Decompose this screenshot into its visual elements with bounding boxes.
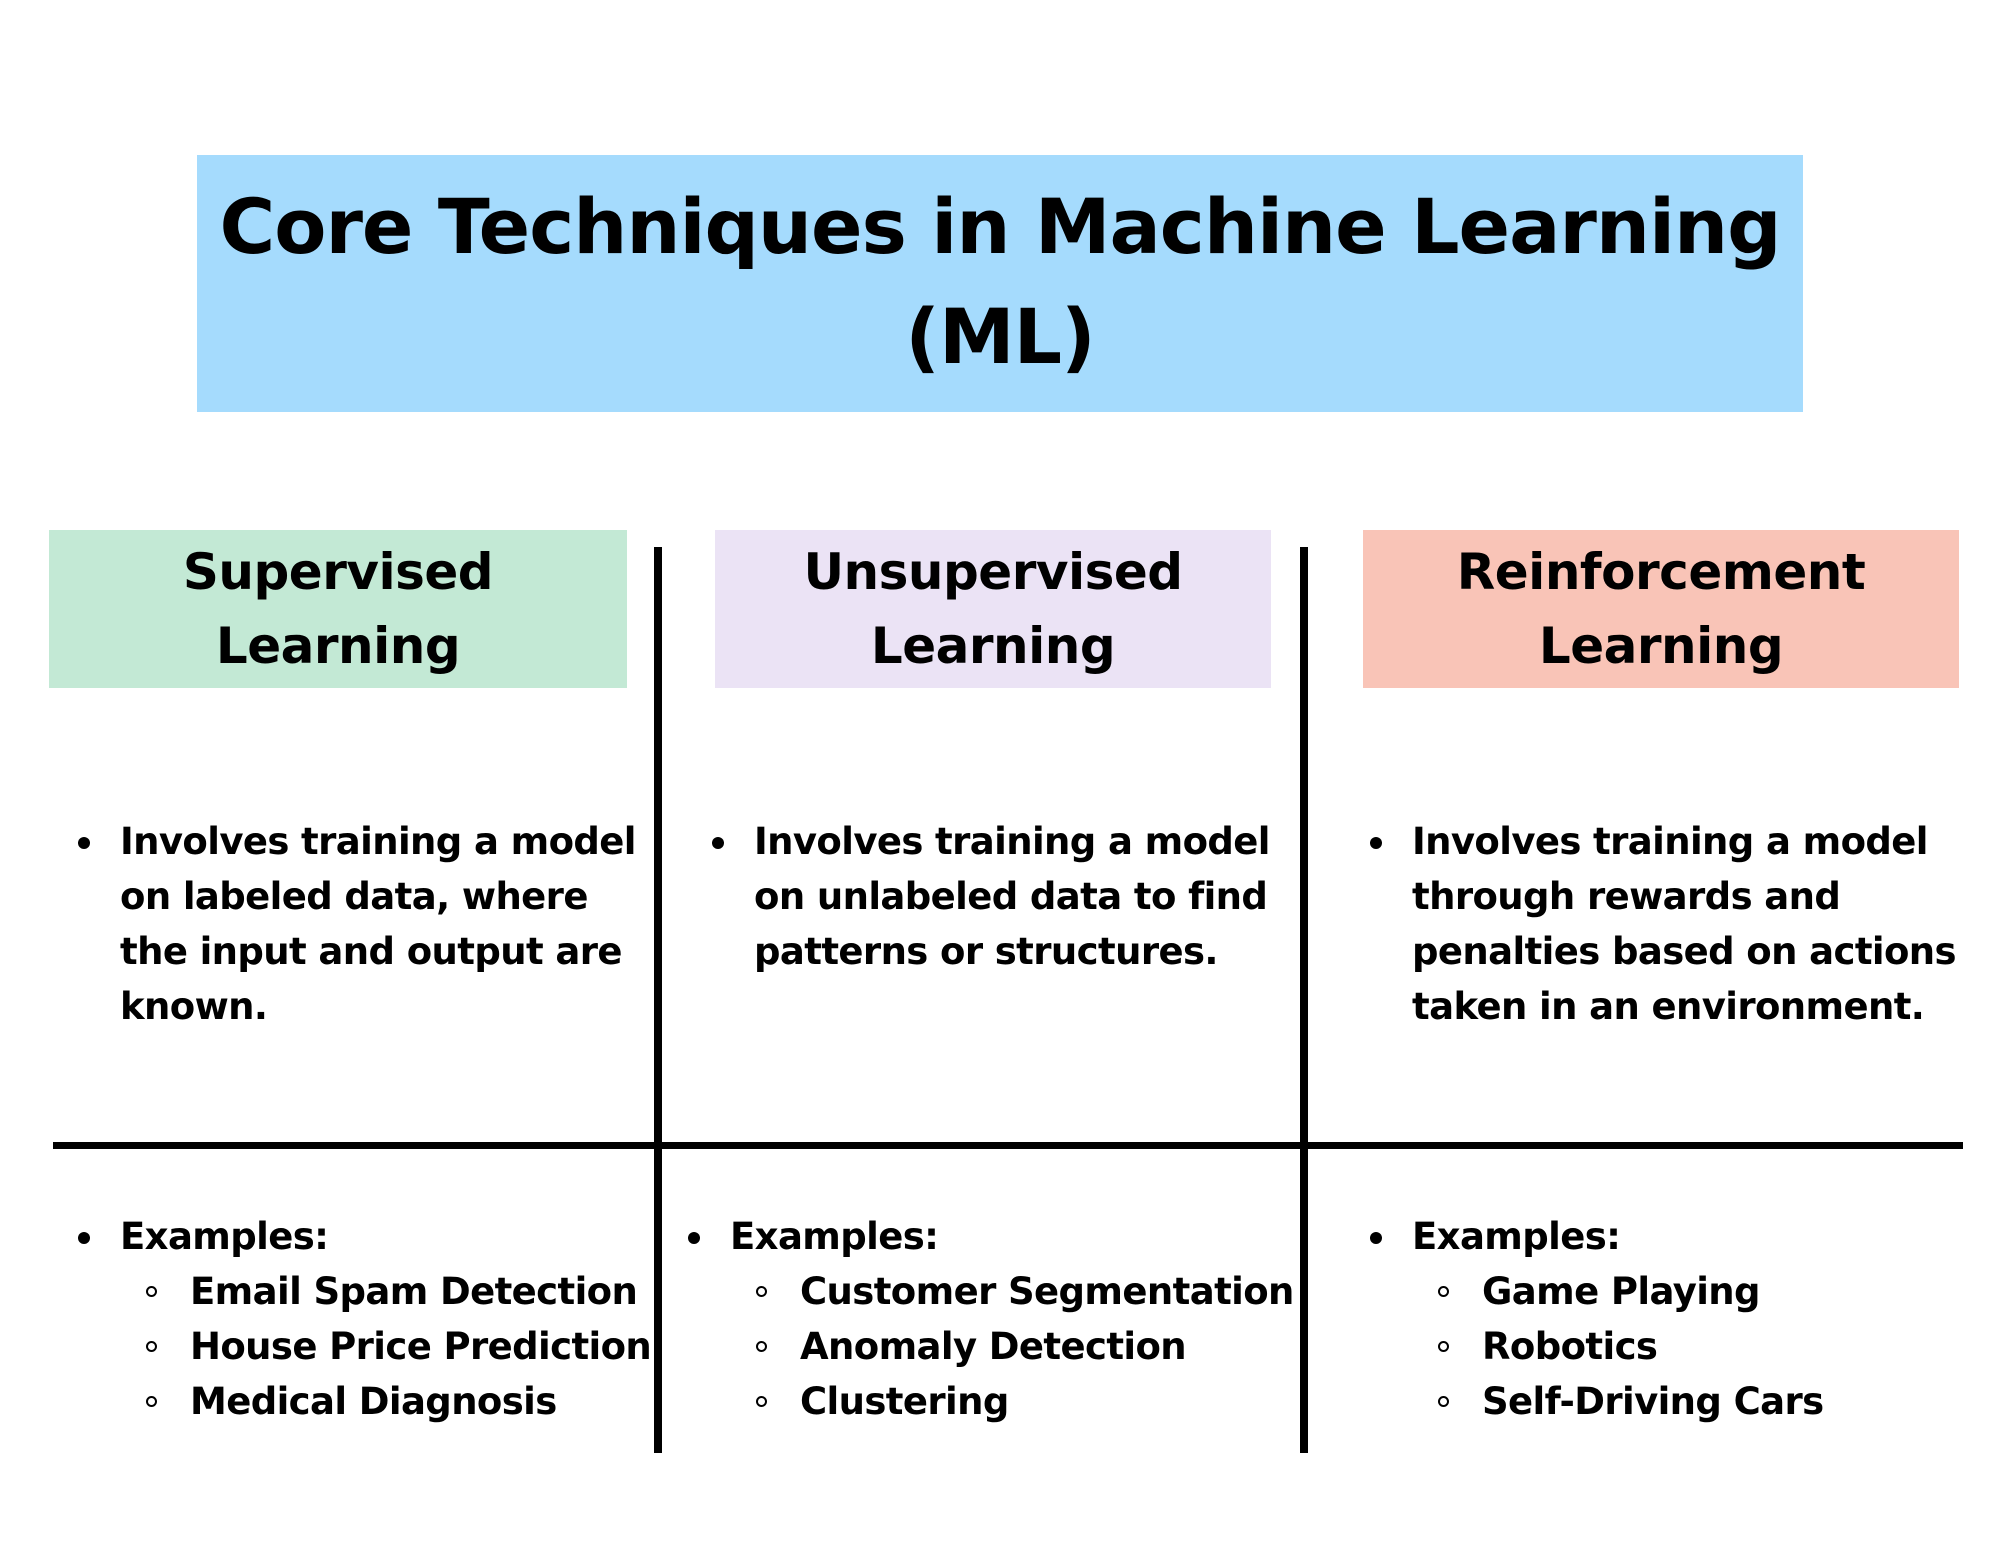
example-text: Email Spam Detection (190, 1270, 638, 1313)
bullet-icon (712, 837, 724, 849)
column-divider-2 (1300, 547, 1308, 1453)
column-header-text: Reinforcement Learning (1456, 535, 1866, 683)
example-text: House Price Prediction (190, 1325, 652, 1368)
header-line-1: Supervised (182, 543, 494, 601)
description-unsupervised: Involves training a model on unlabeled d… (710, 814, 1290, 979)
description-text: Involves training a model through reward… (1412, 820, 1957, 1028)
bullet-icon (78, 1232, 90, 1244)
column-header-supervised: Supervised Learning (49, 530, 627, 688)
example-item: Email Spam Detection (146, 1264, 656, 1319)
sub-bullet-icon (1438, 1396, 1449, 1407)
example-text: Clustering (800, 1380, 1009, 1423)
example-text: Game Playing (1482, 1270, 1761, 1313)
column-header-reinforcement: Reinforcement Learning (1363, 530, 1959, 688)
bullet-icon (1370, 1232, 1382, 1244)
bullet-icon (688, 1232, 700, 1244)
row-divider (53, 1142, 1963, 1149)
example-item: Clustering (756, 1374, 1296, 1429)
sub-bullet-icon (756, 1286, 767, 1297)
example-item: House Price Prediction (146, 1319, 656, 1374)
header-line-1: Unsupervised (803, 543, 1183, 601)
example-text: Robotics (1482, 1325, 1658, 1368)
example-text: Self-Driving Cars (1482, 1380, 1824, 1423)
title-banner: Core Techniques in Machine Learning (ML) (197, 155, 1803, 412)
header-line-2: Learning (1538, 617, 1784, 675)
examples-bullet: Examples: (76, 1209, 656, 1264)
example-item: Self-Driving Cars (1438, 1374, 1968, 1429)
sub-bullet-icon (146, 1286, 157, 1297)
description-bullet: Involves training a model on labeled dat… (76, 814, 656, 1034)
example-text: Customer Segmentation (800, 1270, 1294, 1313)
column-header-text: Unsupervised Learning (803, 535, 1183, 683)
description-reinforcement: Involves training a model through reward… (1368, 814, 1968, 1034)
header-line-1: Reinforcement (1456, 543, 1866, 601)
sub-bullet-icon (756, 1396, 767, 1407)
example-item: Robotics (1438, 1319, 1968, 1374)
examples-label: Examples: (730, 1215, 939, 1258)
title-line-1: Core Techniques in Machine Learning (219, 181, 1781, 271)
bullet-icon (1370, 837, 1382, 849)
header-line-2: Learning (870, 617, 1116, 675)
sub-bullet-icon (1438, 1286, 1449, 1297)
sub-bullet-icon (1438, 1341, 1449, 1352)
example-item: Customer Segmentation (756, 1264, 1296, 1319)
examples-label: Examples: (120, 1215, 329, 1258)
description-bullet: Involves training a model on unlabeled d… (710, 814, 1290, 979)
description-bullet: Involves training a model through reward… (1368, 814, 1968, 1034)
sub-bullet-icon (756, 1341, 767, 1352)
column-header-text: Supervised Learning (182, 535, 494, 683)
examples-reinforcement: Examples: Game Playing Robotics Self-Dri… (1368, 1209, 1968, 1429)
examples-bullet: Examples: (686, 1209, 1296, 1264)
header-line-2: Learning (215, 617, 461, 675)
examples-supervised: Examples: Email Spam Detection House Pri… (76, 1209, 656, 1429)
description-supervised: Involves training a model on labeled dat… (76, 814, 656, 1034)
example-text: Medical Diagnosis (190, 1380, 557, 1423)
example-item: Game Playing (1438, 1264, 1968, 1319)
column-header-unsupervised: Unsupervised Learning (715, 530, 1271, 688)
example-text: Anomaly Detection (800, 1325, 1187, 1368)
sub-bullet-icon (146, 1341, 157, 1352)
description-text: Involves training a model on labeled dat… (120, 820, 636, 1028)
examples-bullet: Examples: (1368, 1209, 1968, 1264)
example-item: Anomaly Detection (756, 1319, 1296, 1374)
example-item: Medical Diagnosis (146, 1374, 656, 1429)
title-line-2: (ML) (905, 291, 1096, 381)
page-title: Core Techniques in Machine Learning (ML) (219, 172, 1781, 392)
sub-bullet-icon (146, 1396, 157, 1407)
description-text: Involves training a model on unlabeled d… (754, 820, 1270, 973)
examples-label: Examples: (1412, 1215, 1621, 1258)
examples-unsupervised: Examples: Customer Segmentation Anomaly … (686, 1209, 1296, 1429)
bullet-icon (78, 837, 90, 849)
